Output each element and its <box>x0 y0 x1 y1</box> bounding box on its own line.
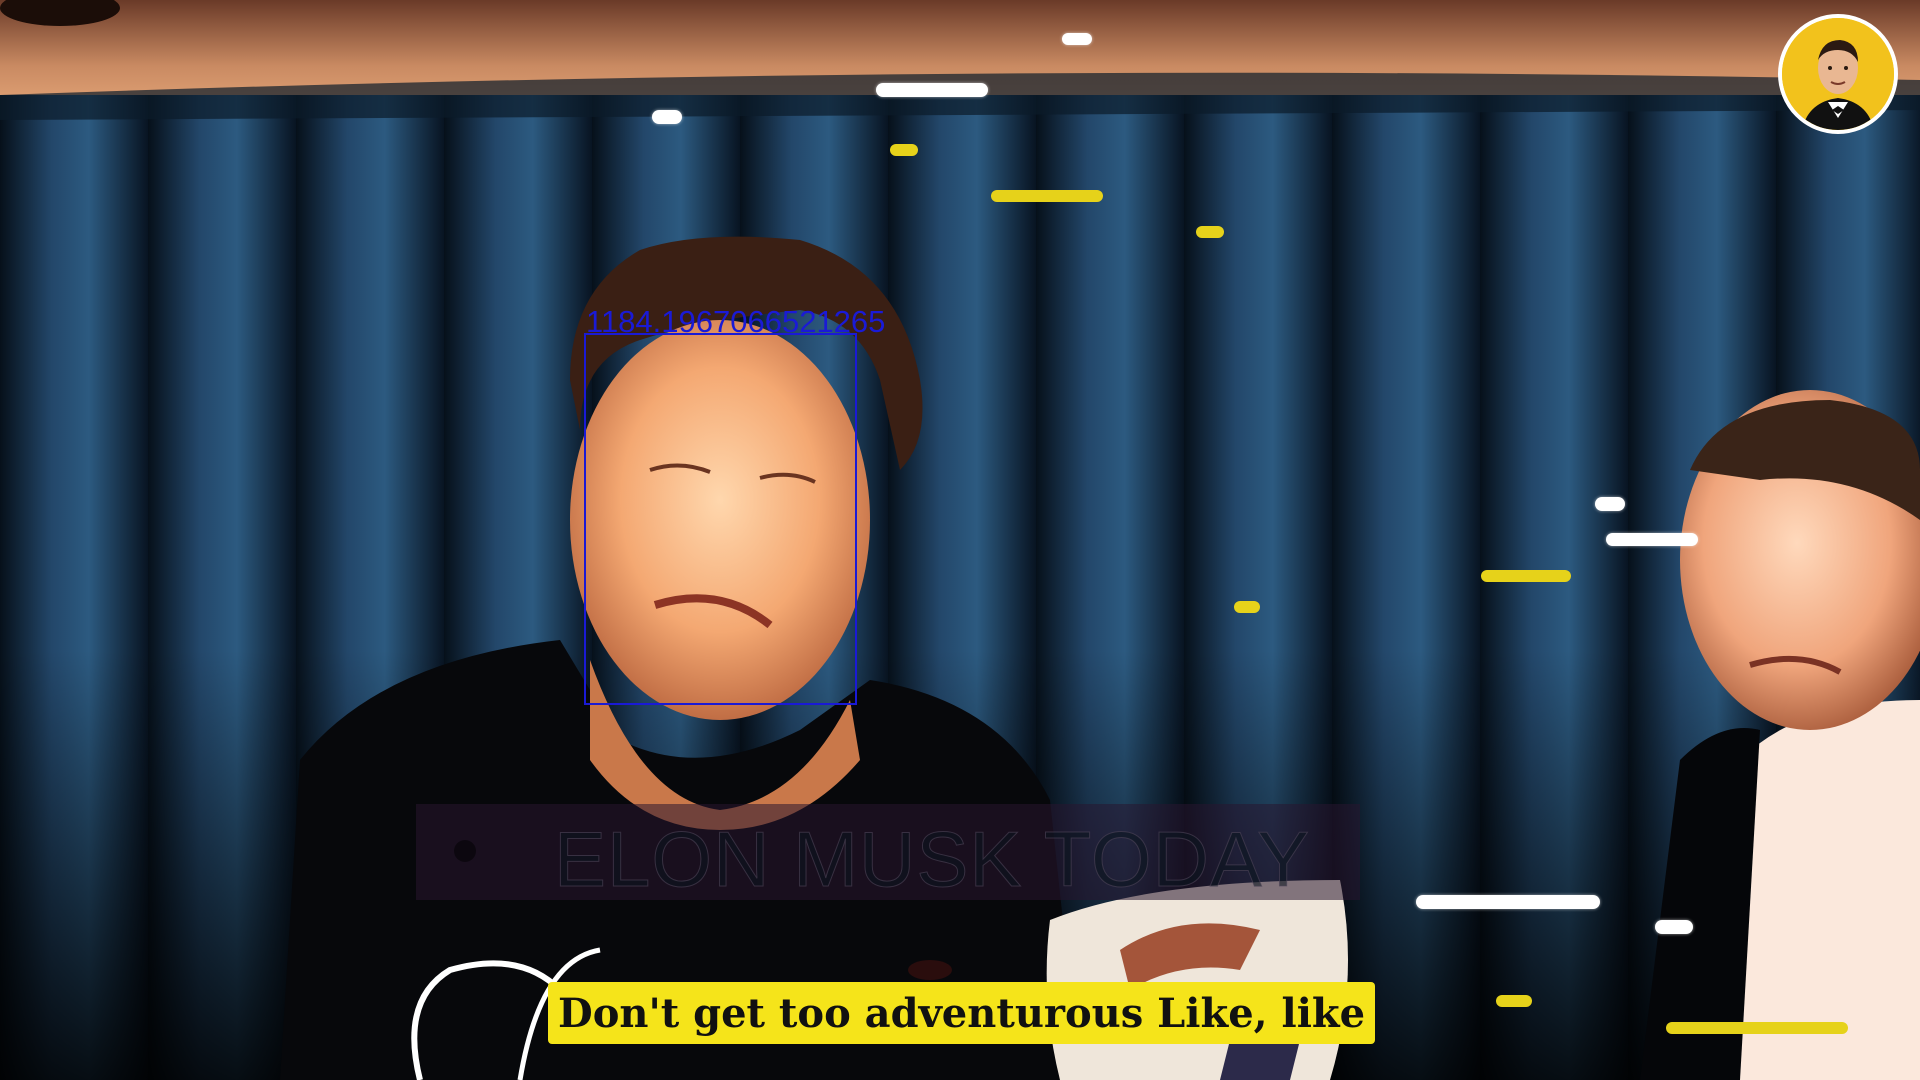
motion-streak <box>991 190 1103 202</box>
motion-streak <box>1655 920 1693 934</box>
channel-avatar[interactable] <box>1778 14 1898 134</box>
motion-streak <box>1595 497 1625 511</box>
avatar-portrait-icon <box>1782 18 1894 130</box>
motion-streak <box>1234 601 1260 613</box>
face-detection-box <box>584 333 857 705</box>
subtitle-text: Don't get too adventurous Like, like <box>558 989 1366 1037</box>
motion-streak <box>652 110 682 124</box>
motion-streak <box>1481 570 1571 582</box>
channel-watermark: ELON MUSK TODAY <box>416 804 1360 904</box>
detection-score-label: 1184.1967066521265 <box>586 304 886 339</box>
motion-streak <box>890 144 918 156</box>
motion-streak <box>1666 1022 1848 1034</box>
motion-streak <box>1062 33 1092 45</box>
motion-streak <box>1496 995 1532 1007</box>
subtitle-caption: Don't get too adventurous Like, like <box>548 982 1376 1044</box>
motion-streak <box>1606 533 1698 546</box>
motion-streak <box>876 83 988 97</box>
watermark-logo-icon <box>454 840 476 862</box>
motion-streak <box>1196 226 1224 238</box>
motion-streak <box>1416 895 1600 909</box>
watermark-text: ELON MUSK TODAY <box>553 815 1311 904</box>
pillow <box>1046 880 1348 1080</box>
